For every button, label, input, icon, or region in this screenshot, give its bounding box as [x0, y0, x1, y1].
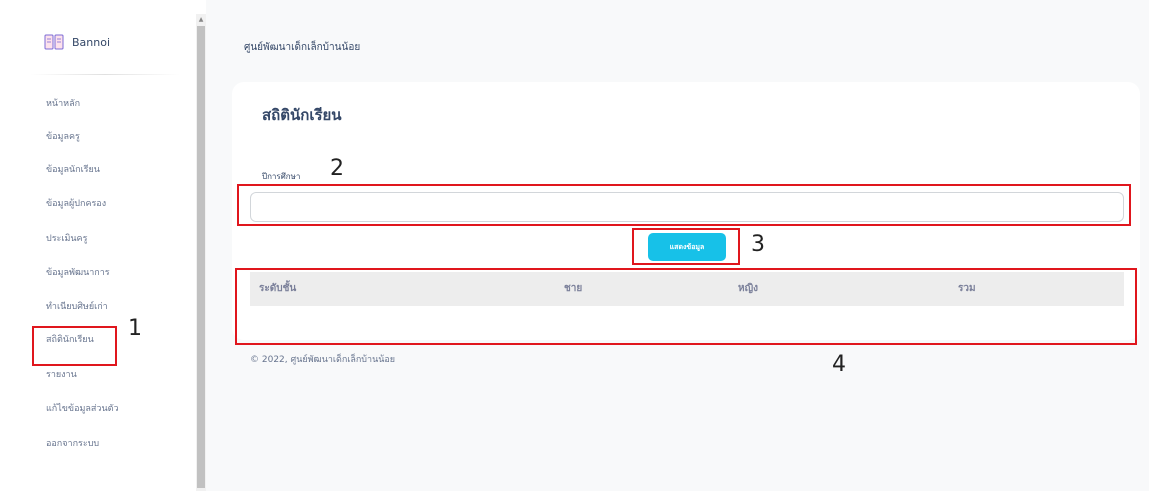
sidebar-item-teacher-evaluation[interactable]: ประเมินครู: [46, 231, 87, 245]
annotation-box-3: [632, 228, 740, 265]
sidebar: Bannoi หน้าหลัก ข้อมูลครู ข้อมูลนักเรียน…: [0, 0, 196, 491]
sidebar-item-edit-profile[interactable]: แก้ไขข้อมูลส่วนตัว: [46, 401, 119, 415]
scroll-up-arrow-icon[interactable]: ▲: [197, 16, 205, 24]
sidebar-item-logout[interactable]: ออกจากระบบ: [46, 436, 99, 450]
brand-name: Bannoi: [72, 35, 111, 49]
scrollbar-thumb[interactable]: [197, 26, 205, 488]
sidebar-item-students[interactable]: ข้อมูลนักเรียน: [46, 162, 100, 176]
brand[interactable]: Bannoi: [44, 33, 110, 51]
card-title: สถิตินักเรียน: [262, 106, 342, 124]
sidebar-scrollbar[interactable]: ▲: [196, 14, 206, 491]
sidebar-item-reports[interactable]: รายงาน: [46, 367, 77, 381]
footer-copyright: © 2022, ศูนย์พัฒนาเด็กเล็กบ้านน้อย: [250, 355, 396, 365]
sidebar-divider: [30, 74, 180, 75]
annotation-number-1: 1: [128, 316, 142, 341]
annotation-box-4: [235, 268, 1137, 345]
annotation-box-1: [32, 326, 117, 366]
annotation-number-3: 3: [751, 232, 765, 257]
page-header-title: ศูนย์พัฒนาเด็กเล็กบ้านน้อย: [244, 42, 361, 53]
annotation-number-2: 2: [330, 156, 344, 181]
sidebar-item-development[interactable]: ข้อมูลพัฒนาการ: [46, 265, 110, 279]
page: Bannoi หน้าหลัก ข้อมูลครู ข้อมูลนักเรียน…: [0, 0, 1149, 491]
sidebar-item-alumni[interactable]: ทำเนียบศิษย์เก่า: [46, 299, 108, 313]
sidebar-item-teachers[interactable]: ข้อมูลครู: [46, 129, 80, 143]
annotation-box-2: [237, 184, 1131, 226]
academic-year-label: ปีการศึกษา: [262, 172, 301, 181]
sidebar-item-home[interactable]: หน้าหลัก: [46, 96, 80, 110]
annotation-number-4: 4: [832, 352, 846, 377]
sidebar-item-parents[interactable]: ข้อมูลผู้ปกครอง: [46, 196, 106, 210]
book-logo-icon: [44, 34, 64, 50]
